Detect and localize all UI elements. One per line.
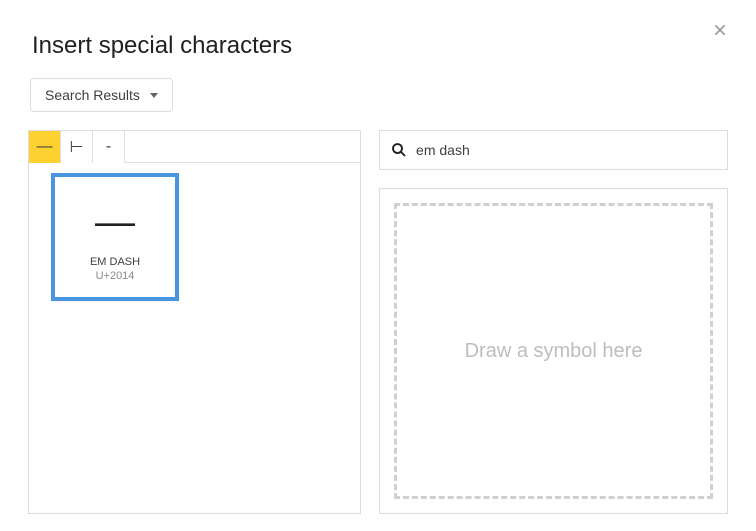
search-field-wrapper bbox=[379, 130, 728, 170]
recent-char[interactable]: — bbox=[29, 131, 61, 163]
results-grid: — EM DASH U+2014 bbox=[29, 163, 360, 311]
search-panel: Draw a symbol here bbox=[379, 130, 728, 514]
recent-char-glyph: ⊢ bbox=[70, 137, 84, 157]
recent-char-glyph: - bbox=[106, 138, 111, 156]
character-glyph: — bbox=[95, 192, 135, 252]
search-input[interactable] bbox=[408, 141, 717, 159]
draw-placeholder-text: Draw a symbol here bbox=[465, 340, 643, 363]
search-icon bbox=[390, 141, 408, 159]
insert-special-characters-dialog: Insert special characters Search Results… bbox=[0, 0, 756, 531]
results-panel: — ⊢ - — EM DASH U+2014 bbox=[28, 130, 361, 514]
close-button[interactable] bbox=[708, 18, 732, 42]
chevron-down-icon bbox=[150, 93, 158, 98]
dialog-title: Insert special characters bbox=[32, 32, 728, 60]
character-name: EM DASH bbox=[90, 256, 140, 268]
recent-char[interactable]: ⊢ bbox=[61, 131, 93, 163]
category-dropdown[interactable]: Search Results bbox=[30, 78, 173, 112]
draw-placeholder: Draw a symbol here bbox=[394, 203, 713, 499]
close-icon bbox=[712, 22, 728, 38]
recent-char-glyph: — bbox=[37, 138, 53, 156]
character-codepoint: U+2014 bbox=[96, 270, 135, 282]
draw-symbol-area[interactable]: Draw a symbol here bbox=[379, 188, 728, 514]
recent-char[interactable]: - bbox=[93, 131, 125, 163]
dropdown-label: Search Results bbox=[45, 87, 140, 103]
recent-characters-row: — ⊢ - bbox=[29, 131, 360, 163]
character-result[interactable]: — EM DASH U+2014 bbox=[51, 173, 179, 301]
